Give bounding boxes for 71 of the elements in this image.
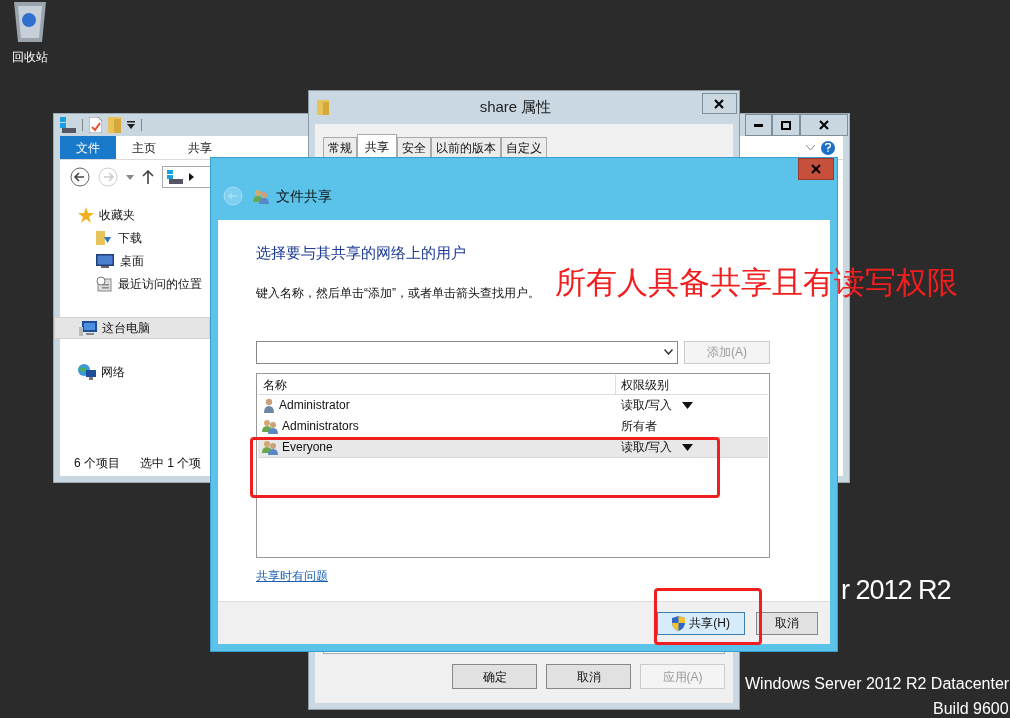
status-text: 6 个项目 <box>74 455 120 472</box>
user-name: Everyone <box>282 439 333 456</box>
users-icon <box>253 188 270 204</box>
table-row[interactable]: Everyone 读取/写入 <box>258 436 768 458</box>
edition-text: Windows Server 2012 R2 Datacenter <box>745 674 1010 694</box>
maximize-button[interactable] <box>772 114 800 136</box>
ribbon-tab[interactable]: 文件 <box>60 136 116 159</box>
users-icon <box>262 439 279 455</box>
nav-item[interactable]: 桌面 <box>60 249 210 272</box>
tab[interactable]: 以前的版本 <box>431 137 501 157</box>
computer-icon <box>167 170 183 184</box>
status-text: 选中 1 个项 <box>140 455 202 472</box>
column-header[interactable]: 权限级别 <box>616 374 768 394</box>
ribbon-tab[interactable]: 共享 <box>172 136 228 159</box>
nav-item[interactable]: 收藏夹 <box>60 204 210 226</box>
nav-item[interactable]: 下载 <box>60 226 210 249</box>
nav-item[interactable]: 最近访问的位置 <box>60 272 210 295</box>
users-icon <box>262 418 279 434</box>
computer-icon[interactable] <box>60 117 76 133</box>
nav-item[interactable]: 网络 <box>60 361 210 383</box>
help-icon[interactable] <box>821 140 835 155</box>
table-row[interactable]: Administrator 读取/写入 <box>258 394 768 416</box>
dialog-button[interactable]: 共享(H) <box>657 611 745 635</box>
ribbon-tab[interactable]: 主页 <box>116 136 172 159</box>
computer-icon <box>79 320 97 336</box>
close-button[interactable] <box>702 93 737 114</box>
desktop-icon-label[interactable]: 回收站 <box>12 48 48 66</box>
back-icon[interactable] <box>70 167 90 187</box>
tab[interactable]: 自定义 <box>501 137 547 157</box>
dialog-title: 文件共享 <box>276 186 332 206</box>
star-icon <box>78 207 94 223</box>
build-text: Build 9600 <box>933 699 1009 718</box>
dropdown-icon[interactable] <box>664 349 673 355</box>
minimize-button[interactable] <box>745 114 772 136</box>
help-link[interactable]: 共享时有问题 <box>256 566 328 585</box>
user-name: Administrators <box>282 418 359 435</box>
tab[interactable]: 共享 <box>357 134 397 158</box>
caret-icon[interactable] <box>682 401 694 409</box>
dialog-button[interactable]: 确定 <box>452 664 537 689</box>
up-arrow-icon[interactable] <box>142 170 154 184</box>
product-logo-text: r 2012 R2 <box>841 574 951 607</box>
desktop-icon <box>96 253 114 268</box>
user-name: Administrator <box>279 397 350 414</box>
close-icon <box>811 164 821 174</box>
table-row[interactable]: Administrators 所有者 <box>258 415 768 437</box>
column-header[interactable]: 名称 <box>258 374 616 394</box>
dropdown-icon[interactable] <box>127 121 135 129</box>
close-button[interactable] <box>800 114 848 136</box>
download-folder-icon <box>96 229 112 246</box>
close-icon <box>714 98 725 109</box>
permission-level: 读取/写入 <box>621 439 673 456</box>
caret-icon[interactable] <box>682 443 694 451</box>
tab[interactable]: 安全 <box>397 137 431 157</box>
tab[interactable]: 常规 <box>323 137 357 157</box>
dialog-button[interactable]: 取消 <box>756 611 818 635</box>
shield-icon <box>672 615 686 631</box>
permission-level: 读取/写入 <box>621 397 673 414</box>
nav-item[interactable]: 这台电脑 <box>54 317 210 339</box>
user-icon <box>262 397 276 413</box>
user-name-field[interactable] <box>256 340 678 364</box>
dialog-heading: 选择要与其共享的网络上的用户 <box>256 243 467 263</box>
network-icon <box>78 364 96 380</box>
document-icon[interactable] <box>89 117 102 133</box>
close-icon <box>819 120 829 130</box>
window-title: share 属性 <box>479 97 552 118</box>
recycle-bin-icon[interactable] <box>11 0 49 44</box>
chevron-icon[interactable] <box>189 173 194 181</box>
folder-icon <box>317 100 329 115</box>
permission-level: 所有者 <box>621 418 657 435</box>
dialog-button[interactable]: 取消 <box>546 664 631 689</box>
recent-places-icon <box>96 275 112 292</box>
